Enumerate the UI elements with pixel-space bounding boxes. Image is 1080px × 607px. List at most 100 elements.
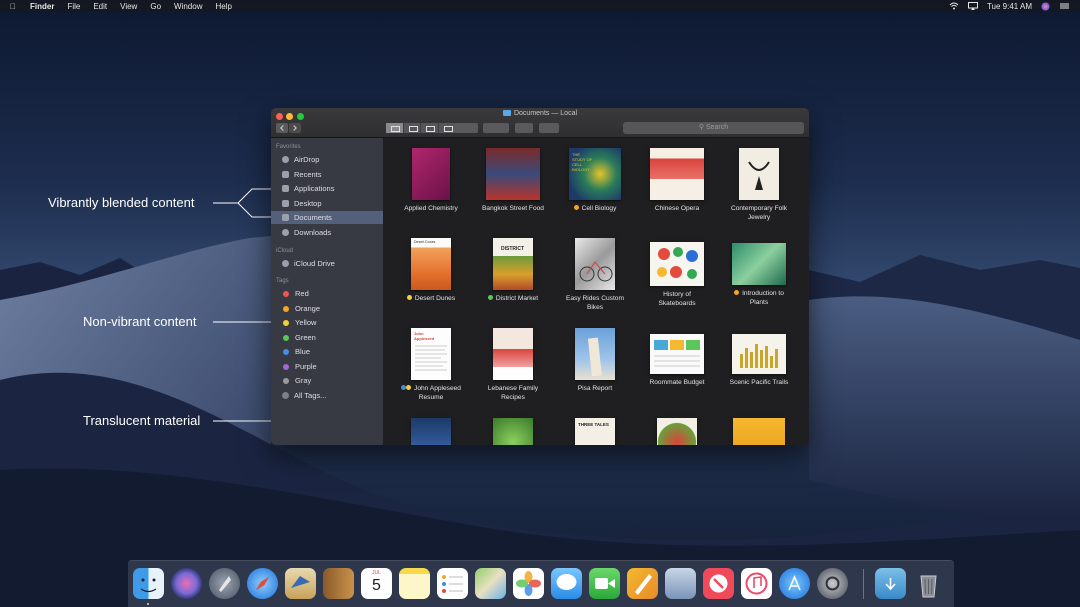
file-item[interactable]: THREE TALES — [554, 418, 636, 445]
siri-icon[interactable] — [1041, 2, 1051, 11]
file-thumbnail — [411, 418, 451, 445]
icon-view-button[interactable] — [386, 123, 404, 133]
file-item[interactable]: THE STUDY OF CELL BIOLOGY Cell Biology — [554, 148, 636, 213]
action-gear-button[interactable] — [483, 123, 509, 133]
annotation-vibrant-label: Vibrantly blended content — [48, 195, 195, 210]
pages-icon[interactable] — [627, 568, 658, 599]
sidebar-all-tags[interactable]: All Tags... — [271, 389, 383, 402]
file-thumbnail — [493, 328, 533, 380]
maps-icon[interactable] — [475, 568, 506, 599]
tag-button[interactable] — [539, 123, 559, 133]
sidebar-tag-orange[interactable]: Orange — [271, 302, 383, 315]
file-item[interactable]: Applied Chemistry — [390, 148, 472, 213]
thumbnail-title: THREE TALES — [578, 422, 609, 427]
mail-icon[interactable] — [285, 568, 316, 599]
sidebar-item-icloud-drive[interactable]: iCloud Drive — [271, 257, 383, 270]
window-titlebar[interactable]: Documents — Local ⚲ Search — [271, 108, 809, 138]
file-item[interactable] — [472, 418, 554, 445]
menu-help[interactable]: Help — [215, 2, 231, 11]
sidebar-tag-purple[interactable]: Purple — [271, 360, 383, 373]
search-placeholder: Search — [705, 124, 729, 131]
file-thumbnail: Desert Dunes — [411, 238, 451, 290]
file-item[interactable]: Bangkok Street Food — [472, 148, 554, 213]
tag-orange-dot — [283, 305, 289, 312]
column-view-button[interactable] — [421, 123, 439, 133]
tag-dot-yellow — [406, 385, 412, 390]
sidebar-item-label: AirDrop — [294, 155, 320, 164]
file-item[interactable]: History of Skateboards — [636, 238, 718, 308]
sidebar-tag-blue[interactable]: Blue — [271, 345, 383, 358]
calendar-icon[interactable]: JUL 5 — [361, 568, 392, 599]
file-item[interactable]: Introduction to Plants — [718, 238, 800, 307]
menu-app-name[interactable]: Finder — [30, 2, 54, 11]
file-item[interactable]: Pisa Report — [554, 328, 636, 393]
search-field[interactable]: ⚲ Search — [623, 122, 804, 134]
system-preferences-icon[interactable] — [817, 568, 848, 599]
safari-icon[interactable] — [247, 568, 278, 599]
airplay-icon[interactable] — [967, 2, 978, 10]
file-item[interactable]: Contemporary Folk Jewelry — [718, 148, 800, 222]
menu-clock[interactable]: Tue 9:41 AM — [987, 2, 1032, 11]
sidebar-item-documents[interactable]: Documents — [271, 211, 383, 224]
file-thumbnail: THE STUDY OF CELL BIOLOGY — [569, 148, 621, 200]
sidebar-item-airdrop[interactable]: AirDrop — [271, 153, 383, 166]
photos-icon[interactable] — [513, 568, 544, 599]
sidebar-item-desktop[interactable]: Desktop — [271, 197, 383, 210]
forward-button[interactable] — [289, 123, 301, 133]
sidebar-tag-red[interactable]: Red — [271, 287, 383, 300]
messages-icon[interactable] — [551, 568, 582, 599]
file-thumbnail — [732, 243, 786, 285]
group-by-button[interactable] — [454, 123, 478, 133]
reminders-icon[interactable] — [437, 568, 468, 599]
app-store-icon[interactable] — [779, 568, 810, 599]
sidebar-tag-yellow[interactable]: Yellow — [271, 316, 383, 329]
sidebar-item-label: Gray — [295, 376, 312, 385]
file-item[interactable]: John Appleseed John Appleseed Resume — [390, 328, 472, 402]
list-view-button[interactable] — [404, 123, 421, 133]
file-item[interactable] — [390, 418, 472, 445]
tags-header: Tags — [276, 278, 289, 284]
file-label: History of Skateboards — [658, 291, 696, 307]
finder-running-indicator — [147, 603, 149, 605]
wifi-icon[interactable] — [949, 2, 959, 10]
facetime-icon[interactable] — [589, 568, 620, 599]
file-thumbnail — [486, 148, 540, 200]
file-item[interactable]: Desert Dunes Desert Dunes — [390, 238, 472, 303]
siri-icon[interactable] — [171, 568, 202, 599]
apple-menu-icon[interactable]:  — [10, 2, 20, 11]
launchpad-icon[interactable] — [209, 568, 240, 599]
file-item[interactable]: Lebanese Family Recipes — [472, 328, 554, 402]
control-icon[interactable] — [1060, 2, 1070, 10]
menu-view[interactable]: View — [120, 2, 137, 11]
file-item[interactable]: Chinese Opera — [636, 148, 718, 213]
file-item[interactable] — [636, 418, 718, 445]
file-item[interactable]: DISTRICT District Market — [472, 238, 554, 303]
sidebar-item-downloads[interactable]: Downloads — [271, 226, 383, 239]
downloads-folder-icon[interactable] — [875, 568, 906, 599]
menu-file[interactable]: File — [67, 2, 80, 11]
thumbnail-title: DISTRICT — [501, 246, 525, 252]
contacts-icon[interactable] — [323, 568, 354, 599]
notes-icon[interactable] — [399, 568, 430, 599]
trash-icon[interactable] — [913, 568, 944, 599]
window-title: Documents — Local — [271, 110, 809, 117]
sidebar-item-applications[interactable]: Applications — [271, 182, 383, 195]
news-icon[interactable] — [703, 568, 734, 599]
back-button[interactable] — [276, 123, 288, 133]
file-item[interactable]: Easy Rides Custom Bikes — [554, 238, 636, 312]
sidebar-tag-green[interactable]: Green — [271, 331, 383, 344]
sidebar-tag-gray[interactable]: Gray — [271, 374, 383, 387]
menu-window[interactable]: Window — [174, 2, 202, 11]
finder-icon[interactable] — [133, 568, 164, 599]
sidebar-item-recents[interactable]: Recents — [271, 168, 383, 181]
itunes-icon[interactable] — [741, 568, 772, 599]
file-item[interactable] — [718, 418, 800, 445]
file-thumbnail: DISTRICT — [493, 238, 533, 290]
menu-go[interactable]: Go — [150, 2, 161, 11]
file-item[interactable]: Scenic Pacific Trails — [718, 328, 800, 387]
tag-dot — [406, 295, 412, 300]
share-button[interactable] — [515, 123, 533, 133]
menu-edit[interactable]: Edit — [93, 2, 107, 11]
file-item[interactable]: Roommate Budget — [636, 328, 718, 387]
preview-icon[interactable] — [665, 568, 696, 599]
